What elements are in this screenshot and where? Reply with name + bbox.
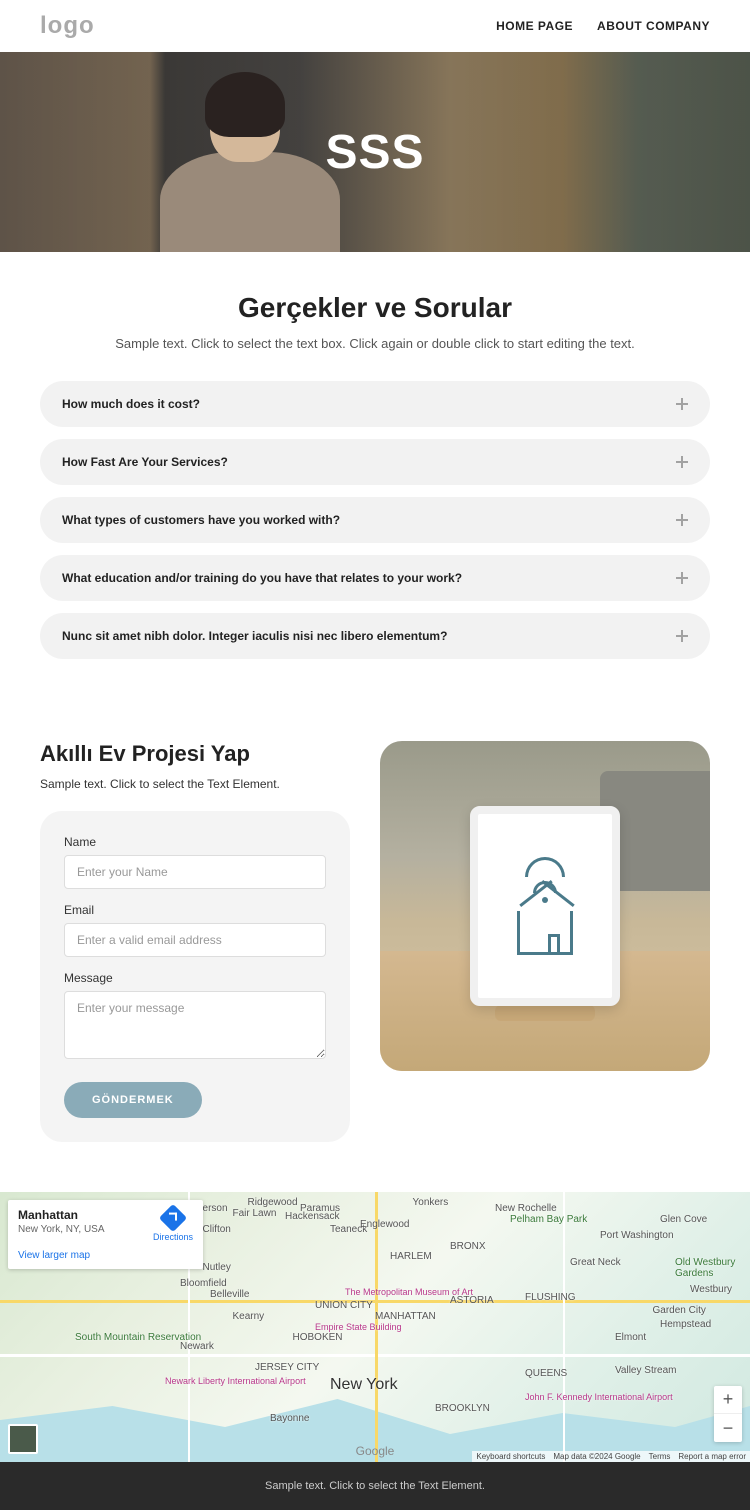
nav-home[interactable]: HOME PAGE [496, 19, 573, 33]
accordion-label: Nunc sit amet nibh dolor. Integer iaculi… [62, 629, 447, 643]
footer-text: Sample text. Click to select the Text El… [265, 1480, 485, 1492]
map-info-title: Manhattan [18, 1208, 105, 1222]
main-nav: HOME PAGE ABOUT COMPANY [496, 19, 710, 33]
map-label-flushing: FLUSHING [525, 1292, 576, 1303]
plus-icon [676, 398, 688, 410]
nav-about[interactable]: ABOUT COMPANY [597, 19, 710, 33]
hero-title: SSS [325, 125, 424, 180]
keyboard-shortcuts-link[interactable]: Keyboard shortcuts [476, 1452, 545, 1461]
accordion-label: What education and/or training do you ha… [62, 571, 462, 585]
project-subtitle: Sample text. Click to select the Text El… [40, 777, 350, 791]
map-label-jfk: John F. Kennedy International Airport [525, 1392, 673, 1402]
map-label-met: The Metropolitan Museum of Art [345, 1287, 473, 1297]
zoom-in-button[interactable]: + [714, 1386, 742, 1414]
plus-icon [676, 630, 688, 642]
map-section[interactable]: New York MANHATTAN BROOKLYN QUEENS JERSE… [0, 1192, 750, 1462]
map-label-queens: QUEENS [525, 1368, 567, 1379]
smart-home-image [380, 741, 710, 1071]
map-label-union: UNION CITY [315, 1300, 373, 1311]
map-label-pelham: Pelham Bay Park [510, 1214, 587, 1225]
map-label-portwash: Port Washington [600, 1230, 674, 1241]
map-directions-button[interactable]: Directions [153, 1208, 193, 1242]
name-label: Name [64, 835, 326, 849]
map-label-yonkers: Yonkers [413, 1197, 449, 1208]
map-label-ridgewood: Ridgewood [248, 1197, 298, 1208]
map-label-clifton: Clifton [203, 1224, 231, 1235]
project-image-column [380, 741, 710, 1142]
map-label-belleville: Belleville [210, 1289, 249, 1300]
map-label-newyork: New York [330, 1376, 398, 1394]
report-error-link[interactable]: Report a map error [678, 1452, 746, 1461]
header: logo HOME PAGE ABOUT COMPANY [0, 0, 750, 52]
zoom-out-button[interactable]: − [714, 1414, 742, 1442]
map-label-paramus: Paramus [300, 1203, 340, 1214]
map-label-bayonne: Bayonne [270, 1413, 309, 1424]
accordion-item-education[interactable]: What education and/or training do you ha… [40, 555, 710, 601]
hero-person-illustration [140, 62, 340, 252]
logo[interactable]: logo [40, 12, 95, 40]
map-label-southmtn: South Mountain Reservation [75, 1332, 201, 1343]
map-zoom-controls: + − [714, 1386, 742, 1442]
map-label-newrochelle: New Rochelle [495, 1203, 557, 1214]
map-label-jersey: JERSEY CITY [255, 1362, 319, 1373]
project-title: Akıllı Ev Projesi Yap [40, 741, 350, 767]
faq-subtitle: Sample text. Click to select the text bo… [40, 336, 710, 351]
map-label-newarkair: Newark Liberty International Airport [165, 1376, 306, 1386]
map-label-kearny: Kearny [233, 1311, 265, 1322]
map-label-greatneck: Great Neck [570, 1257, 621, 1268]
google-logo: Google [356, 1444, 395, 1458]
terms-link[interactable]: Terms [649, 1452, 671, 1461]
map-data-text: Map data ©2024 Google [553, 1452, 640, 1461]
directions-label: Directions [153, 1232, 193, 1242]
view-larger-map-link[interactable]: View larger map [18, 1250, 193, 1261]
map-label-harlem: HARLEM [390, 1251, 432, 1262]
plus-icon [676, 514, 688, 526]
accordion-item-lorem[interactable]: Nunc sit amet nibh dolor. Integer iaculi… [40, 613, 710, 659]
map-label-valleystream: Valley Stream [615, 1365, 677, 1376]
accordion-label: How much does it cost? [62, 397, 200, 411]
message-label: Message [64, 971, 326, 985]
map-label-brooklyn: BROOKLYN [435, 1403, 490, 1414]
project-form-column: Akıllı Ev Projesi Yap Sample text. Click… [40, 741, 350, 1142]
accordion-label: How Fast Are Your Services? [62, 455, 228, 469]
map-label-fairlawn: Fair Lawn [233, 1208, 277, 1219]
map-label-nutley: Nutley [203, 1262, 231, 1273]
map-attribution: Keyboard shortcuts Map data ©2024 Google… [472, 1451, 750, 1462]
accordion-label: What types of customers have you worked … [62, 513, 340, 527]
footer: Sample text. Click to select the Text El… [0, 1462, 750, 1510]
map-label-hoboken: HOBOKEN [293, 1332, 343, 1343]
hero-banner: SSS [0, 52, 750, 252]
message-textarea[interactable] [64, 991, 326, 1059]
map-type-toggle[interactable] [8, 1424, 38, 1454]
accordion-item-speed[interactable]: How Fast Are Your Services? [40, 439, 710, 485]
map-label-englewood: Englewood [360, 1219, 409, 1230]
project-section: Akıllı Ev Projesi Yap Sample text. Click… [0, 721, 750, 1192]
map-info-address: New York, NY, USA [18, 1224, 105, 1235]
map-label-hempstead: Hempstead [660, 1319, 711, 1330]
map-label-bronx: BRONX [450, 1241, 486, 1252]
submit-button[interactable]: GÖNDERMEK [64, 1082, 202, 1118]
faq-accordion: How much does it cost? How Fast Are Your… [40, 381, 710, 659]
email-input[interactable] [64, 923, 326, 957]
accordion-item-cost[interactable]: How much does it cost? [40, 381, 710, 427]
plus-icon [676, 456, 688, 468]
map-label-manhattan: MANHATTAN [375, 1311, 436, 1322]
map-label-gardencity: Garden City [653, 1305, 706, 1316]
accordion-item-customers[interactable]: What types of customers have you worked … [40, 497, 710, 543]
faq-title: Gerçekler ve Sorular [40, 292, 710, 324]
map-label-oldwestbury: Old Westbury Gardens [675, 1257, 750, 1279]
map-info-card: Manhattan New York, NY, USA Directions V… [8, 1200, 203, 1269]
directions-icon [159, 1204, 187, 1232]
map-label-elmont: Elmont [615, 1332, 646, 1343]
plus-icon [676, 572, 688, 584]
map-label-westbury: Westbury [690, 1284, 732, 1295]
map-label-empire: Empire State Building [315, 1322, 402, 1332]
map-label-glencove: Glen Cove [660, 1214, 707, 1225]
email-label: Email [64, 903, 326, 917]
contact-form: Name Email Message GÖNDERMEK [40, 811, 350, 1142]
map-label-bloomfield: Bloomfield [180, 1278, 227, 1289]
name-input[interactable] [64, 855, 326, 889]
faq-section: Gerçekler ve Sorular Sample text. Click … [0, 252, 750, 721]
